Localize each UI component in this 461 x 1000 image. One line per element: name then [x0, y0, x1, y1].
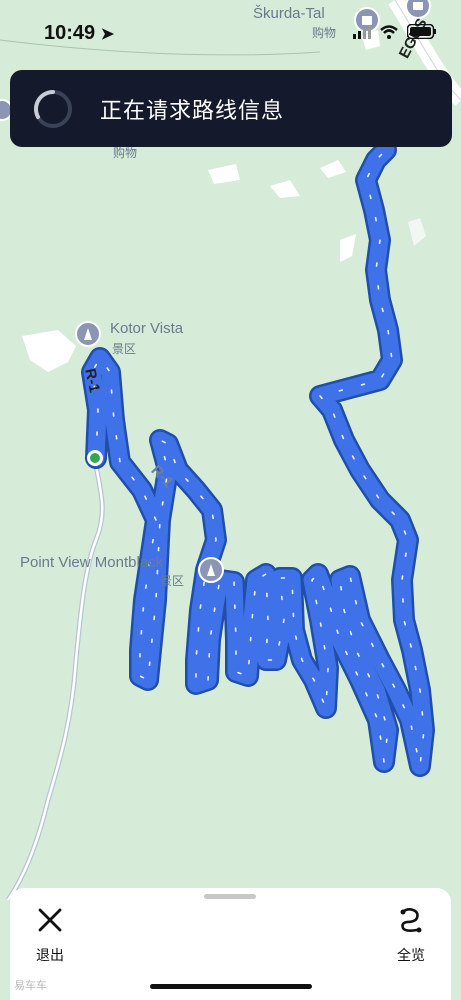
map-label-kotor-vista[interactable]: Kotor Vista: [110, 320, 183, 337]
point-view-poi-icon: [198, 557, 224, 583]
status-time: 10:49 ➤: [44, 22, 115, 44]
map-label-point-view[interactable]: Point View Montblack: [20, 554, 163, 571]
watermark-text: 易车车: [14, 979, 47, 992]
status-bar: 10:49 ➤: [0, 0, 461, 66]
signal-icon: [353, 24, 371, 39]
close-icon: [38, 908, 62, 932]
battery-icon: [407, 24, 436, 39]
loading-spinner-icon: [34, 89, 72, 128]
map-sublabel-kotor-vista: 景区: [112, 342, 137, 356]
overview-button[interactable]: 全览: [381, 906, 441, 965]
map-sublabel-point-view: 景区: [160, 574, 185, 588]
home-indicator[interactable]: [150, 984, 312, 989]
route-overview-icon: [400, 908, 422, 933]
location-arrow-icon: ➤: [100, 26, 115, 43]
map-canvas[interactable]: [0, 0, 461, 1000]
exit-label: 退出: [36, 948, 64, 964]
banner-message: 正在请求路线信息: [100, 98, 285, 124]
wifi-icon: [380, 24, 398, 39]
status-icons: [353, 24, 437, 39]
overview-label: 全览: [397, 948, 425, 964]
panel-grabber[interactable]: [204, 894, 256, 899]
route-status-banner: 正在请求路线信息: [10, 70, 452, 147]
exit-button[interactable]: 退出: [20, 906, 80, 965]
kotor-vista-poi-icon: [75, 321, 101, 347]
